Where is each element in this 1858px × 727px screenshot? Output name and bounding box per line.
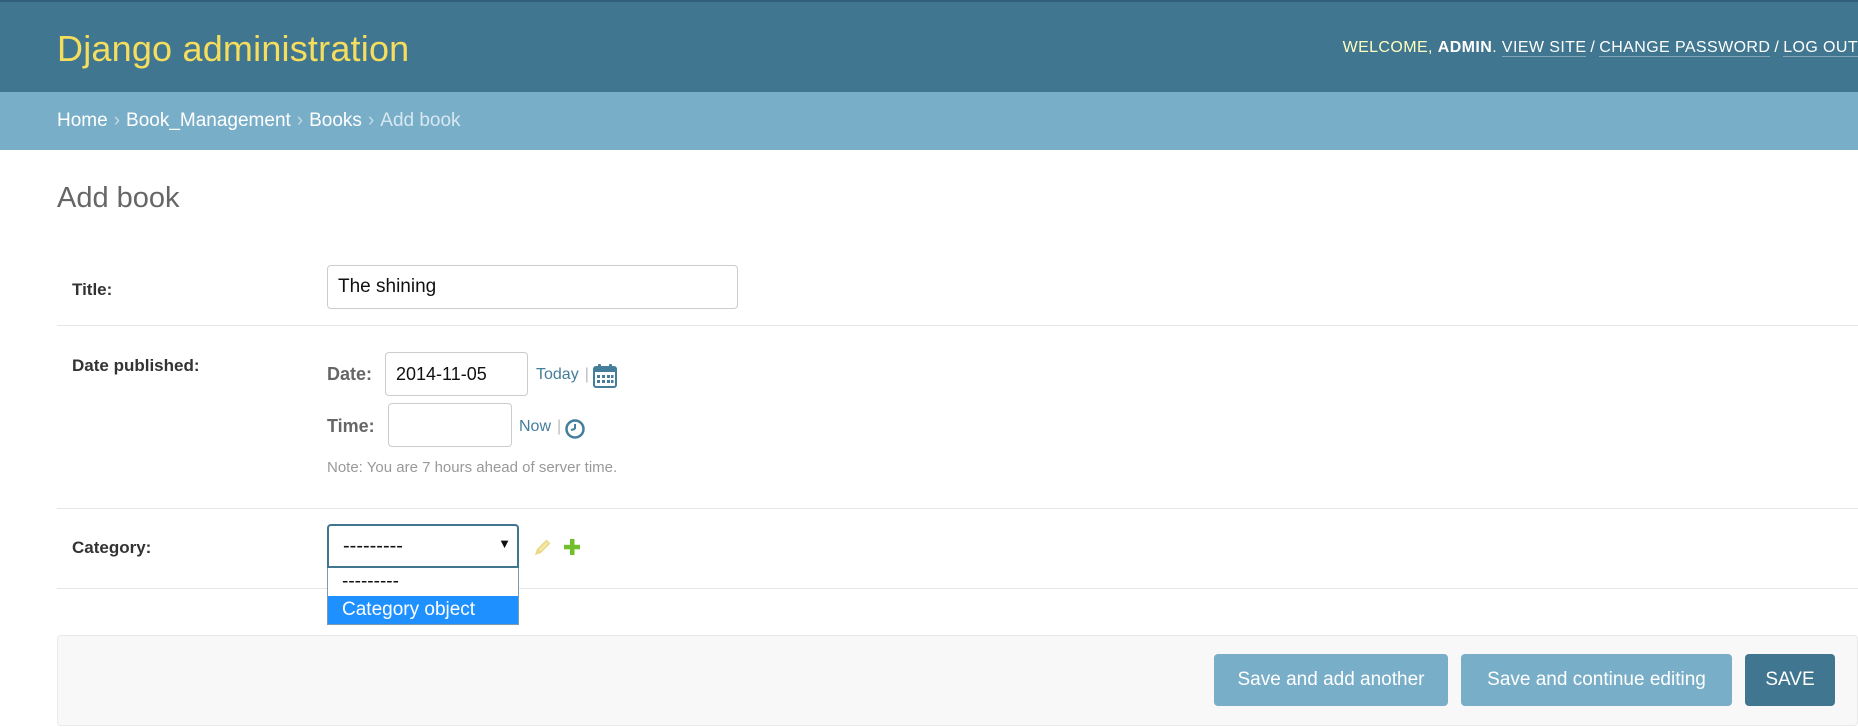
welcome-period: . <box>1492 39 1498 56</box>
clock-icon[interactable] <box>565 419 585 439</box>
breadcrumb-separator: › <box>367 110 375 131</box>
page-title: Add book <box>57 182 180 214</box>
category-dropdown-list: --------- Category object <box>327 568 519 625</box>
save-and-add-another-button[interactable]: Save and add another <box>1214 654 1448 706</box>
date-input[interactable] <box>385 352 528 396</box>
time-input[interactable] <box>388 403 512 447</box>
view-site-link[interactable]: VIEW SITE <box>1501 39 1587 57</box>
category-label: Category: <box>72 538 152 557</box>
site-branding[interactable]: Django administration <box>57 28 409 70</box>
submit-row: Save and add another Save and continue e… <box>57 635 1858 726</box>
username: ADMIN <box>1437 39 1493 56</box>
caret-down-icon: ▼ <box>498 536 511 551</box>
breadcrumb-app[interactable]: Book_Management <box>126 110 291 131</box>
time-shortcuts: Now | <box>519 418 561 436</box>
today-link[interactable]: Today <box>536 366 579 383</box>
breadcrumb: Home › Book_Management › Books › Add book <box>0 92 1858 150</box>
date-shortcuts: Today | <box>536 366 589 384</box>
save-button[interactable]: SAVE <box>1745 654 1835 706</box>
plus-icon[interactable] <box>562 537 582 557</box>
save-and-continue-button[interactable]: Save and continue editing <box>1461 654 1732 706</box>
log-out-link[interactable]: LOG OUT <box>1783 39 1858 57</box>
date-published-label: Date published: <box>72 356 200 375</box>
breadcrumb-home[interactable]: Home <box>57 110 108 131</box>
user-tools: WELCOME, ADMIN. VIEW SITE / CHANGE PASSWOR… <box>1343 39 1858 57</box>
timezone-note: Note: You are 7 hours ahead of server ti… <box>327 459 618 476</box>
date-sublabel: Date: <box>327 364 373 384</box>
calendar-icon[interactable] <box>593 364 617 388</box>
shortcut-separator: | <box>557 418 562 435</box>
breadcrumb-separator: › <box>113 110 121 131</box>
time-sublabel: Time: <box>327 416 375 436</box>
category-option-empty[interactable]: --------- <box>328 568 518 596</box>
site-header: Django administration WELCOME, ADMIN. VI… <box>0 0 1858 92</box>
category-selected-value: --------- <box>343 535 403 557</box>
welcome-text: WELCOME, <box>1342 39 1433 56</box>
breadcrumb-model[interactable]: Books <box>309 110 362 131</box>
form-row-date-published: Date published: Date: Today| Time: Now| … <box>57 326 1858 509</box>
breadcrumb-current: Add book <box>380 110 461 131</box>
category-select[interactable]: --------- ▼ <box>327 524 519 568</box>
user-tools-separator: / <box>1590 39 1596 56</box>
pencil-icon[interactable] <box>533 537 553 557</box>
breadcrumb-separator: › <box>296 110 304 131</box>
form-row-category: Category: --------- ▼ --------- Category… <box>57 509 1858 625</box>
user-tools-separator: / <box>1774 39 1780 56</box>
now-link[interactable]: Now <box>519 418 551 435</box>
title-input[interactable] <box>327 265 738 309</box>
change-password-link[interactable]: CHANGE PASSWORD <box>1599 39 1771 57</box>
form-row-title: Title: <box>57 252 1858 326</box>
shortcut-separator: | <box>584 366 589 383</box>
title-label: Title: <box>72 280 113 299</box>
category-option-category-object[interactable]: Category object <box>328 596 518 624</box>
